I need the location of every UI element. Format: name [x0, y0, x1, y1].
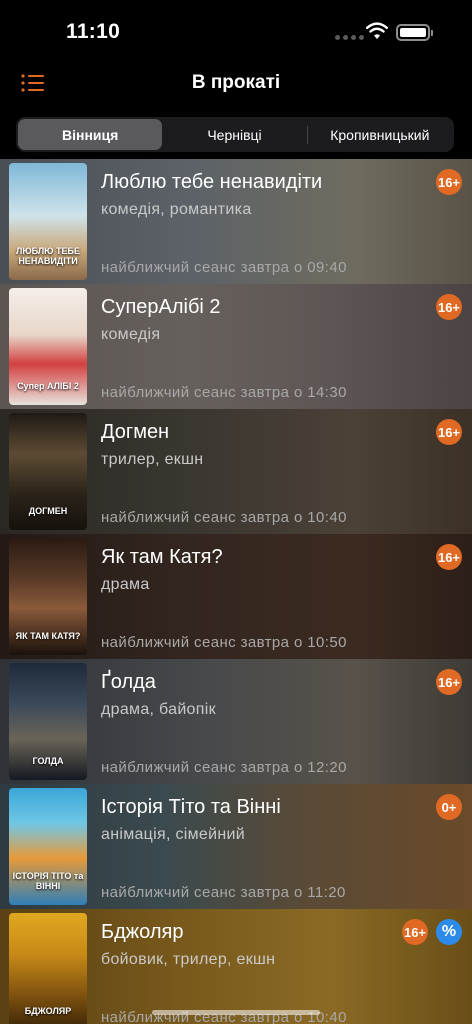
movie-poster: ГОЛДА	[9, 663, 87, 780]
movie-title: Історія Тіто та Вінні	[101, 796, 281, 818]
movie-genre: комедія	[101, 326, 161, 343]
movie-showtime: найближчий сеанс завтра о 11:20	[101, 884, 346, 901]
discount-badge: %	[436, 919, 462, 945]
movie-genre: комедія, романтика	[101, 201, 252, 218]
cellular-signal-icon	[335, 35, 364, 40]
age-rating-badge: 16+	[436, 419, 462, 445]
movie-genre: драма, байопік	[101, 701, 216, 718]
poster-title: ГОЛДА	[32, 756, 64, 766]
movie-title: Бджоляр	[101, 921, 184, 943]
home-indicator	[152, 1010, 320, 1015]
movie-genre: драма	[101, 576, 150, 593]
tab-vinnytsia[interactable]: Вінниця	[18, 119, 163, 150]
movie-genre: анімація, сімейний	[101, 826, 245, 843]
movie-showtime: найближчий сеанс завтра о 14:30	[101, 384, 347, 401]
movie-showtime: найближчий сеанс завтра о 12:20	[101, 759, 347, 776]
page-title: В прокаті	[191, 72, 281, 93]
age-rating-badge: 16+	[436, 544, 462, 570]
age-rating-badge: 16+	[436, 294, 462, 320]
city-segmented-control: Вінниця Чернівці Кропивницький	[16, 117, 454, 152]
movie-genre: трилер, екшн	[101, 451, 204, 468]
poster-title: БДЖОЛЯР	[24, 1006, 72, 1016]
movie-title: СуперАлібі 2	[101, 296, 221, 318]
status-bar: 11:10	[0, 0, 472, 60]
movie-row[interactable]: ІСТОРІЯ ТІТО та ВІННІ Історія Тіто та Ві…	[0, 784, 472, 909]
age-rating-badge: 16+	[402, 919, 428, 945]
movie-poster: Супер АЛІБІ 2	[9, 288, 87, 405]
movie-poster: ДОГМЕН	[9, 413, 87, 530]
movie-genre: бойовик, трилер, екшн	[101, 951, 276, 968]
movie-showtime: найближчий сеанс завтра о 10:40	[101, 509, 347, 526]
movie-row[interactable]: ЯК ТАМ КАТЯ? Як там Катя? драма найближч…	[0, 534, 472, 659]
movie-poster: ІСТОРІЯ ТІТО та ВІННІ	[9, 788, 87, 905]
movie-row[interactable]: ГОЛДА Ґолда драма, байопік найближчий се…	[0, 659, 472, 784]
wifi-icon	[366, 22, 388, 39]
movie-title: Як там Катя?	[101, 546, 223, 568]
status-time: 11:10	[66, 20, 121, 43]
movie-poster: ЯК ТАМ КАТЯ?	[9, 538, 87, 655]
tab-kropyvnytskyi[interactable]: Кропивницький	[308, 119, 452, 150]
movie-poster: БДЖОЛЯР	[9, 913, 87, 1024]
poster-title: ЯК ТАМ КАТЯ?	[15, 631, 81, 641]
movie-list: ЛЮБЛЮ ТЕБЕ НЕНАВИДІТИ Люблю тебе ненавид…	[0, 159, 472, 1024]
movie-poster: ЛЮБЛЮ ТЕБЕ НЕНАВИДІТИ	[9, 163, 87, 280]
movie-title: Ґолда	[101, 671, 156, 693]
age-rating-badge: 0+	[436, 794, 462, 820]
battery-icon	[396, 24, 433, 41]
movie-row[interactable]: БДЖОЛЯР Бджоляр бойовик, трилер, екшн на…	[0, 909, 472, 1024]
age-rating-badge: 16+	[436, 669, 462, 695]
poster-title: ДОГМЕН	[28, 506, 68, 516]
movie-title: Догмен	[101, 421, 170, 443]
movie-showtime: найближчий сеанс завтра о 09:40	[101, 259, 347, 276]
movie-row[interactable]: ДОГМЕН Догмен трилер, екшн найближчий се…	[0, 409, 472, 534]
movie-title: Люблю тебе ненавидіти	[101, 171, 323, 193]
movie-row[interactable]: ЛЮБЛЮ ТЕБЕ НЕНАВИДІТИ Люблю тебе ненавид…	[0, 159, 472, 284]
tab-chernivtsi[interactable]: Чернівці	[162, 119, 306, 150]
poster-title: Супер АЛІБІ 2	[17, 381, 79, 391]
age-rating-badge: 16+	[436, 169, 462, 195]
poster-title: ЛЮБЛЮ ТЕБЕ НЕНАВИДІТИ	[16, 246, 80, 266]
movie-row[interactable]: Супер АЛІБІ 2 СуперАлібі 2 комедія найбл…	[0, 284, 472, 409]
poster-title: ІСТОРІЯ ТІТО та ВІННІ	[12, 871, 84, 891]
movie-showtime: найближчий сеанс завтра о 10:50	[101, 634, 347, 651]
